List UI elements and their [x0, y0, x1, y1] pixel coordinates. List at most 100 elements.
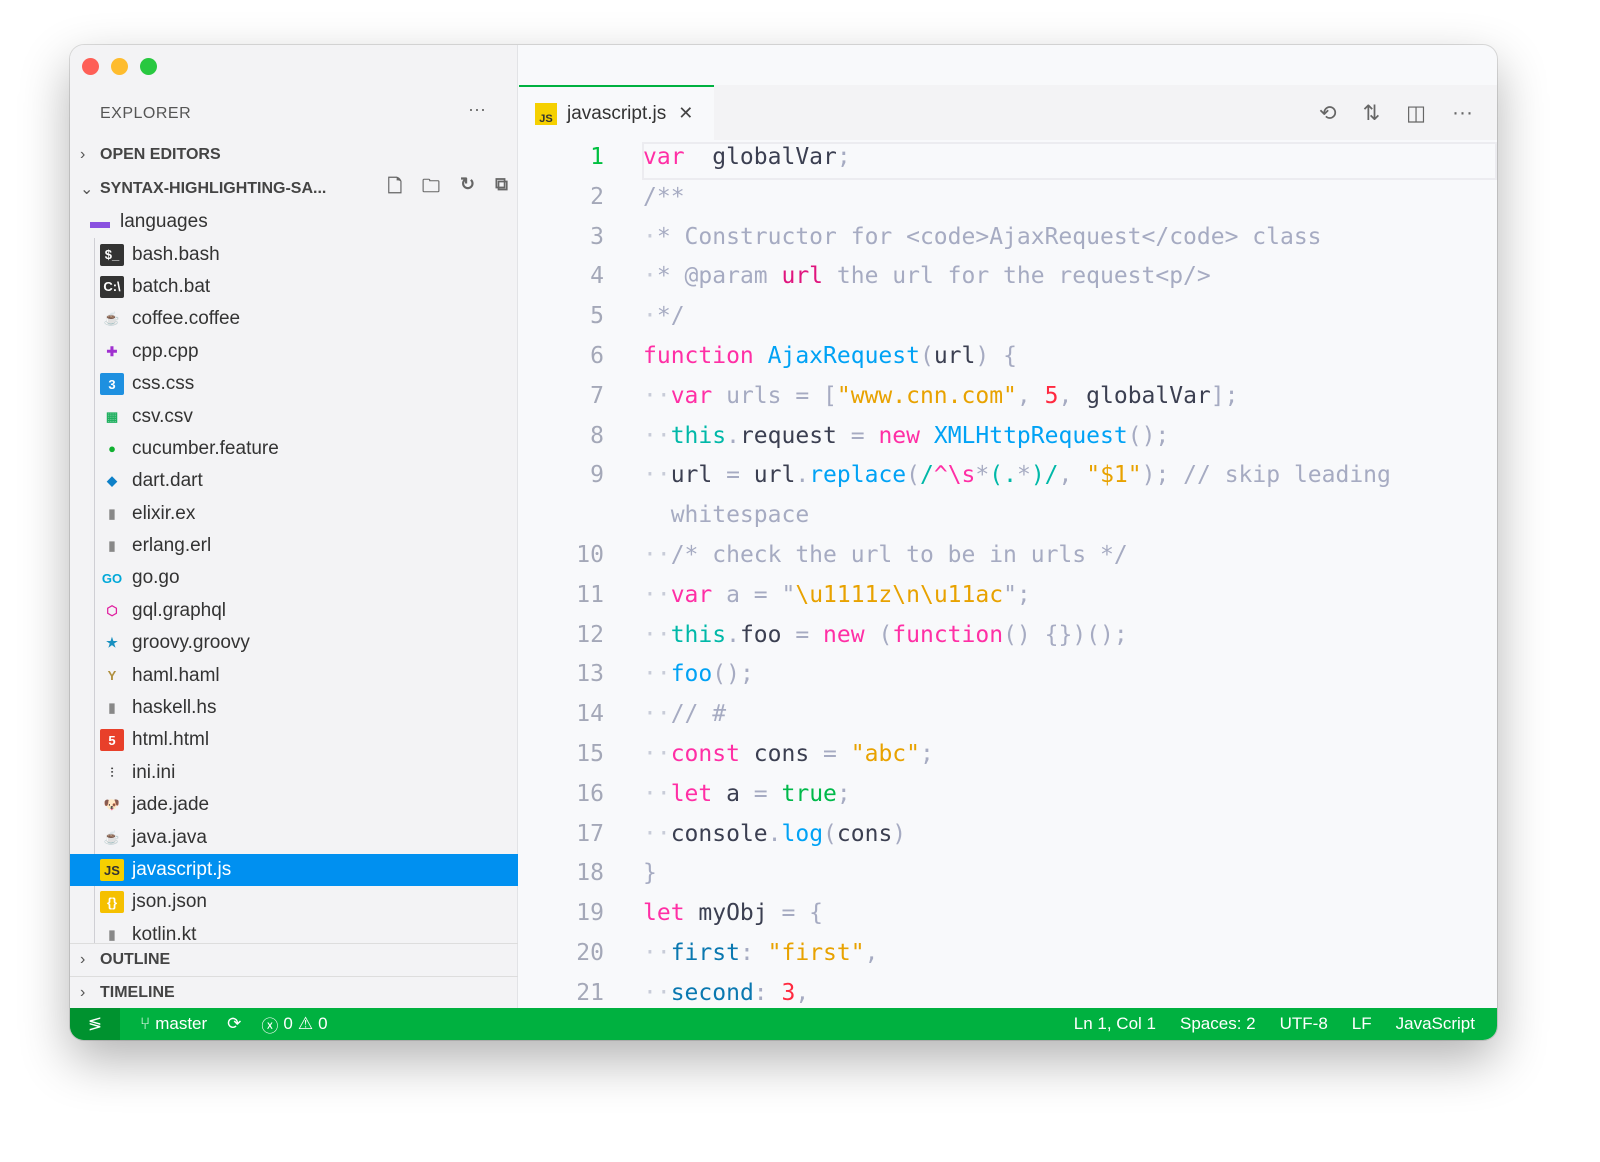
code-token: the url for the request<p/>: [823, 263, 1211, 290]
project-actions: 🗋 🗀 ↻ ⧉: [388, 174, 508, 204]
code-token: ··: [643, 581, 671, 608]
line-number: 6: [590, 343, 604, 369]
code-line: ··second: 3,: [643, 980, 809, 1006]
code-token: ··: [643, 382, 671, 409]
line-number: 1: [590, 144, 604, 170]
file-label: java.java: [132, 826, 207, 848]
file-item[interactable]: ◆ dart.dart: [70, 465, 518, 497]
file-label: haml.haml: [132, 664, 220, 686]
file-item[interactable]: ▦ csv.csv: [70, 400, 518, 432]
file-item[interactable]: ▮ haskell.hs: [70, 692, 518, 724]
new-file-icon[interactable]: 🗋: [388, 174, 402, 204]
collapse-all-icon[interactable]: ⧉: [495, 174, 508, 204]
code-token: a: [712, 780, 740, 807]
new-folder-icon[interactable]: 🗀: [422, 174, 440, 204]
code-token: "$1": [1086, 462, 1142, 489]
close-tab-icon[interactable]: ✕: [678, 103, 693, 124]
explorer-more-button[interactable]: ···: [468, 99, 486, 120]
section-timeline[interactable]: › TIMELINE: [70, 976, 518, 1009]
cursor-position[interactable]: Ln 1, Col 1: [1074, 1014, 1156, 1034]
file-item[interactable]: ✚ cpp.cpp: [70, 336, 518, 368]
file-item[interactable]: ☕ coffee.coffee: [70, 303, 518, 335]
remote-icon[interactable]: ≶: [70, 1008, 120, 1040]
folder-label: languages: [120, 211, 208, 233]
file-item[interactable]: ⬡ gql.graphql: [70, 595, 518, 627]
table-icon: ▦: [105, 408, 119, 424]
code-token: globalVar: [1086, 382, 1211, 409]
file-label: batch.bat: [132, 275, 211, 297]
minimize-window-button[interactable]: [111, 58, 128, 75]
file-item[interactable]: ▮ erlang.erl: [70, 530, 518, 562]
code-token: (: [864, 621, 893, 648]
window-controls: [82, 58, 157, 75]
encoding[interactable]: UTF-8: [1280, 1014, 1328, 1034]
section-outline[interactable]: › OUTLINE: [70, 943, 518, 976]
code-token: function: [643, 343, 754, 369]
language-mode[interactable]: JavaScript: [1396, 1014, 1475, 1034]
coffee-icon: ☕: [103, 311, 121, 327]
code-token: urls = [: [712, 382, 837, 409]
file-item[interactable]: C:\ batch.bat: [70, 271, 518, 303]
section-open-editors[interactable]: › OPEN EDITORS: [70, 138, 518, 171]
file-item[interactable]: ● cucumber.feature: [70, 433, 518, 465]
maximize-window-button[interactable]: [140, 58, 157, 75]
file-item[interactable]: Yhaml.haml: [70, 659, 518, 691]
code-token: ,: [1058, 382, 1087, 409]
line-number: 18: [576, 860, 604, 887]
code-token: ];: [1210, 382, 1239, 409]
file-item[interactable]: 5 html.html: [70, 724, 518, 756]
line-number: 19: [576, 900, 604, 927]
code-token: *: [975, 462, 990, 489]
code-token: * @param: [656, 263, 782, 290]
compare-changes-icon[interactable]: ⇅: [1363, 101, 1381, 126]
file-label: groovy.groovy: [132, 632, 250, 654]
file-item[interactable]: ▮ elixir.ex: [70, 498, 518, 530]
code-token: ··: [643, 542, 671, 568]
file-item[interactable]: ▮ kotlin.kt: [70, 919, 518, 943]
tab-javascript-js[interactable]: JS javascript.js ✕: [519, 85, 714, 140]
file-item[interactable]: ★ groovy.groovy: [70, 627, 518, 659]
refresh-icon[interactable]: ↻: [460, 174, 475, 204]
folder-languages[interactable]: ▬ languages: [70, 206, 518, 238]
code-token: const: [670, 741, 740, 767]
file-item[interactable]: {} json.json: [70, 886, 518, 918]
file-item[interactable]: GO go.go: [70, 562, 518, 594]
split-editor-icon[interactable]: ◫: [1406, 101, 1426, 126]
code-token: ··: [643, 422, 671, 449]
code-token: = {: [767, 900, 824, 927]
file-item[interactable]: 🐶 jade.jade: [70, 789, 518, 821]
terminal-icon: $_: [100, 243, 124, 266]
code-token: var: [643, 144, 685, 170]
code-editor[interactable]: 1 var globalVar; 2/** 3 ·* Constructor for <…: [519, 140, 1497, 1008]
line-ending[interactable]: LF: [1352, 1014, 1372, 1034]
code-token: let: [643, 900, 685, 927]
file-item[interactable]: ☕ java.java: [70, 821, 518, 853]
sync-button[interactable]: ⟳: [227, 1014, 241, 1034]
section-project[interactable]: ⌄ SYNTAX-HIGHLIGHTING-SA... 🗋 🗀 ↻ ⧉: [70, 172, 518, 205]
line-number: 11: [576, 581, 604, 608]
code-token: ·: [643, 303, 657, 330]
indentation[interactable]: Spaces: 2: [1180, 1014, 1256, 1034]
branch-indicator[interactable]: ⑂ master: [140, 1014, 207, 1034]
file-tree: ▬ languages $_ bash.bash C:\ batch.bat ☕ coffe…: [70, 206, 518, 943]
close-window-button[interactable]: [82, 58, 99, 75]
code-token: ^\s: [933, 462, 976, 489]
file-item[interactable]: 3 css.css: [70, 368, 518, 400]
file-item[interactable]: $_ bash.bash: [70, 238, 518, 270]
code-token: first: [670, 940, 740, 966]
go-icon: GO: [101, 570, 123, 586]
code-token: )/: [1030, 462, 1059, 489]
file-label: elixir.ex: [132, 502, 196, 524]
code-line: ··this.request = new XMLHttpRequest();: [643, 423, 1169, 449]
file-label: bash.bash: [132, 243, 220, 265]
code-token: ,: [864, 940, 879, 966]
history-icon[interactable]: ⟲: [1319, 101, 1337, 126]
file-item[interactable]: JS javascript.js: [70, 853, 518, 887]
more-actions-icon[interactable]: ···: [1452, 101, 1473, 126]
problems-indicator[interactable]: ⓧ 0 ⚠ 0: [261, 1012, 327, 1037]
code-line: ··console.log(cons): [643, 821, 906, 847]
line-number: 7: [590, 382, 604, 409]
code-token: ,: [795, 979, 810, 1006]
file-item[interactable]: ⫶ ini.ini: [70, 757, 518, 789]
file-label: ini.ini: [132, 761, 176, 783]
